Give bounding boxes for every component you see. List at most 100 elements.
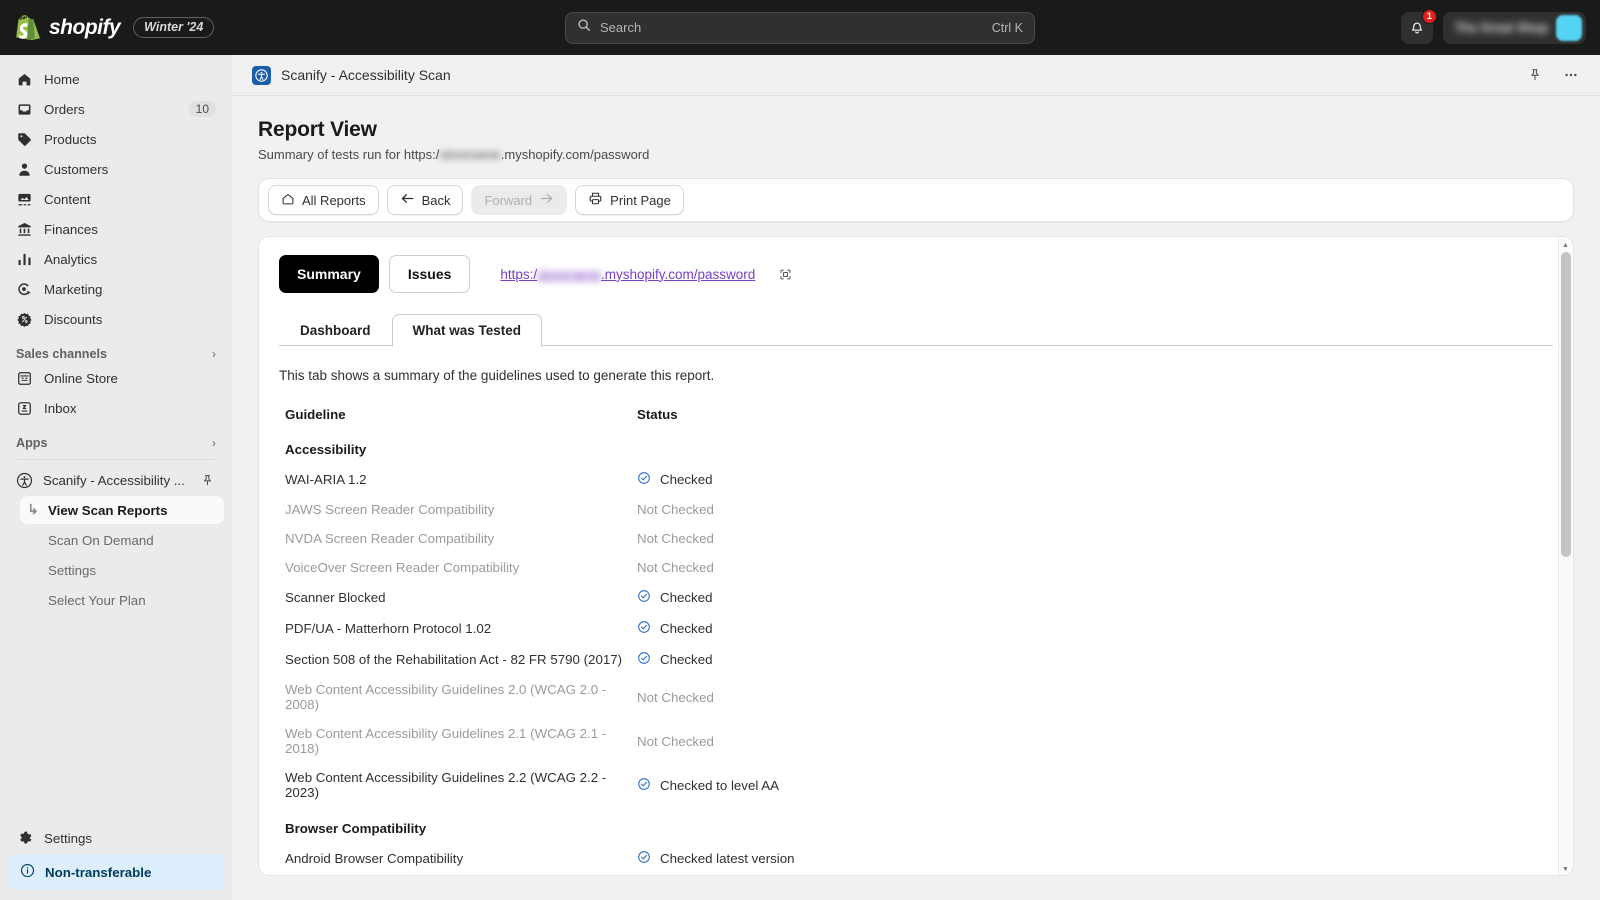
sidebar-subitem-view-scan-reports[interactable]: ↳View Scan Reports <box>20 496 224 524</box>
banner-label: Non-transferable <box>45 865 151 880</box>
sidebar-item-label: Home <box>44 72 216 87</box>
report-toolbar: All Reports Back Forward <box>258 178 1574 222</box>
status-badge: Checked <box>637 651 1573 668</box>
tab-dashboard[interactable]: Dashboard <box>279 314 392 345</box>
sidebar-sales-channel-list: Online StoreInbox <box>0 364 232 422</box>
pin-icon[interactable] <box>1522 62 1548 88</box>
table-row: WAI-ARIA 1.2Checked <box>259 464 1573 495</box>
sidebar-item-online-store[interactable]: Online Store <box>8 364 224 392</box>
sidebar-item-label: Products <box>44 132 216 147</box>
status-label: Checked <box>660 590 712 605</box>
sidebar-item-scanify-app[interactable]: Scanify - Accessibility ... <box>8 466 224 494</box>
copy-icon[interactable] <box>778 267 793 282</box>
button-label: Print Page <box>610 193 671 208</box>
sidebar-item-finances[interactable]: Finances <box>8 215 224 243</box>
more-options-icon[interactable] <box>1558 62 1584 88</box>
group-label: Accessibility <box>259 428 1573 464</box>
brand-wordmark: shopify <box>49 16 120 40</box>
sidebar-item-analytics[interactable]: Analytics <box>8 245 224 273</box>
sidebar-item-orders[interactable]: Orders10 <box>8 95 224 123</box>
sidebar-item-customers[interactable]: Customers <box>8 155 224 183</box>
table-row: NVDA Screen Reader CompatibilityNot Chec… <box>259 524 1573 553</box>
scrollbar-track[interactable] <box>1559 252 1573 862</box>
guideline-status-cell: Checked <box>637 464 1573 495</box>
group-label: Browser Compatibility <box>259 807 1573 843</box>
table-group-row: Accessibility <box>259 428 1573 464</box>
store-name: The Great Shop <box>1455 21 1548 35</box>
report-tabs: DashboardWhat was Tested <box>279 315 1553 346</box>
all-reports-button[interactable]: All Reports <box>268 185 379 215</box>
segment-summary[interactable]: Summary <box>279 255 379 293</box>
top-bar-right: 1 The Great Shop <box>1080 12 1600 44</box>
avatar <box>1556 15 1582 41</box>
sidebar-item-inbox[interactable]: Inbox <box>8 394 224 422</box>
chevron-right-icon: › <box>212 347 216 361</box>
check-circle-icon <box>637 850 651 867</box>
check-circle-icon <box>637 589 651 606</box>
arrow-left-icon <box>400 192 415 208</box>
guideline-status-cell: Checked <box>637 613 1573 644</box>
finances-icon <box>16 221 33 238</box>
sidebar-section-sales-channels[interactable]: Sales channels › <box>8 347 224 361</box>
table-header-row: Guideline Status <box>259 401 1573 428</box>
sidebar-item-content[interactable]: Content <box>8 185 224 213</box>
scroll-down-arrow-icon[interactable]: ▼ <box>1559 862 1573 876</box>
sidebar-item-label: Customers <box>44 162 216 177</box>
page-title: Report View <box>258 118 1600 142</box>
sidebar-subitem-settings[interactable]: Settings <box>20 556 224 584</box>
segment-issues[interactable]: Issues <box>389 255 471 293</box>
scrollbar-thumb[interactable] <box>1561 252 1571 557</box>
check-circle-icon <box>637 777 651 794</box>
scanned-url-link[interactable]: https:/ storename .myshopify.com/passwor… <box>500 267 755 282</box>
search-input[interactable]: Search Ctrl K <box>565 12 1035 44</box>
sidebar-subitem-scan-on-demand[interactable]: Scan On Demand <box>20 526 224 554</box>
status-label: Checked <box>660 652 712 667</box>
home-icon <box>16 71 33 88</box>
sidebar-section-apps[interactable]: Apps › <box>8 436 224 450</box>
search-shortcut: Ctrl K <box>992 21 1023 35</box>
pin-icon[interactable] <box>196 469 218 491</box>
table-row: Web Content Accessibility Guidelines 2.2… <box>259 763 1573 807</box>
notifications-button[interactable]: 1 <box>1401 12 1433 44</box>
gear-icon <box>16 830 33 847</box>
print-page-button[interactable]: Print Page <box>575 185 684 215</box>
sidebar-settings-label: Settings <box>44 831 216 846</box>
tab-what-was-tested[interactable]: What was Tested <box>392 314 543 346</box>
check-circle-icon <box>637 651 651 668</box>
sidebar-item-settings[interactable]: Settings <box>8 824 224 852</box>
status-badge: Not Checked <box>637 531 1573 546</box>
status-label: Checked <box>660 621 712 636</box>
url-suffix: .myshopify.com/password <box>601 267 755 282</box>
sidebar-item-label: Marketing <box>44 282 216 297</box>
guideline-status-cell: Checked latest version <box>637 874 1573 876</box>
status-badge: Checked <box>637 471 1573 488</box>
sidebar-item-discounts[interactable]: Discounts <box>8 305 224 333</box>
sidebar-item-marketing[interactable]: Marketing <box>8 275 224 303</box>
brand-area: shopify Winter '24 <box>0 14 520 41</box>
status-badge: Not Checked <box>637 690 1573 705</box>
table-group-row: Browser Compatibility <box>259 807 1573 843</box>
top-bar: shopify Winter '24 Search Ctrl K 1 The G… <box>0 0 1600 55</box>
marketing-icon <box>16 281 33 298</box>
sidebar-subitem-label: View Scan Reports <box>48 503 167 518</box>
status-badge: Not Checked <box>637 734 1573 749</box>
vertical-scrollbar[interactable]: ▲ ▼ <box>1558 238 1572 876</box>
guideline-name: Scanner Blocked <box>259 582 637 613</box>
analytics-icon <box>16 251 33 268</box>
store-profile-button[interactable]: The Great Shop <box>1443 12 1586 44</box>
app-header-title: Scanify - Accessibility Scan <box>281 67 1512 83</box>
sidebar-subitem-select-your-plan[interactable]: Select Your Plan <box>20 586 224 614</box>
home-icon <box>281 192 295 209</box>
sidebar-item-home[interactable]: Home <box>8 65 224 93</box>
scroll-up-arrow-icon[interactable]: ▲ <box>1559 238 1573 252</box>
table-row: Android Browser CompatibilityChecked lat… <box>259 843 1573 874</box>
status-label: Not Checked <box>637 502 714 517</box>
table-row: Scanner Blocked Checked <box>259 582 1573 613</box>
search-area: Search Ctrl K <box>520 12 1080 44</box>
products-icon <box>16 131 33 148</box>
button-label: Forward <box>484 193 532 208</box>
sidebar-subitem-label: Settings <box>48 563 96 578</box>
sidebar-item-count: 10 <box>189 101 216 117</box>
back-button[interactable]: Back <box>387 185 464 215</box>
sidebar-item-products[interactable]: Products <box>8 125 224 153</box>
